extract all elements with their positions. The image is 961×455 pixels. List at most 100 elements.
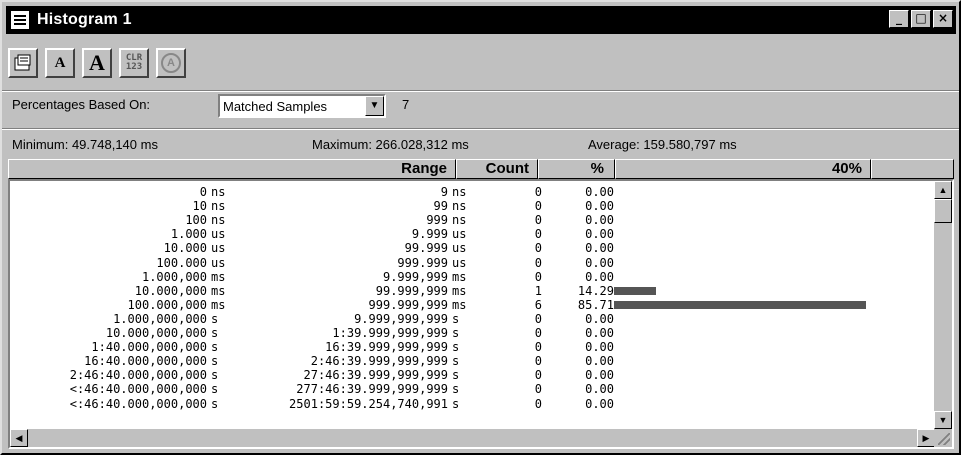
table-row[interactable]: 1:40.000,000,000 s 16:39.999,999,999 s 0 0.00 <box>10 340 935 354</box>
table-row[interactable]: 100 ns 999 ns 0 0.00 <box>10 213 935 227</box>
font-smaller-button[interactable]: A <box>45 48 75 78</box>
range-to-unit: us <box>452 255 467 270</box>
percent-cell: 0.00 <box>585 185 614 199</box>
table-row[interactable]: 16:40.000,000,000 s 2:46:39.999,999,999 s 0 0… <box>10 354 935 368</box>
table-row[interactable]: 1.000 us 9.999 us 0 0.00 <box>10 227 935 241</box>
range-to-unit: s <box>452 368 460 383</box>
table-row[interactable]: 100.000,000 ms 999.999,999 ms 6 85.71 <box>10 298 935 312</box>
range-to-unit: s <box>452 311 460 326</box>
scroll-left-button[interactable]: ◀ <box>10 429 28 447</box>
toolbar: A A CLR 123 A <box>8 40 186 86</box>
percent-cell: 0.00 <box>585 311 614 326</box>
table-row[interactable]: <:46:40.000,000,000 s 2501:59:59.254,740,9… <box>10 397 935 411</box>
table-row[interactable]: <:46:40.000,000,000 s 277:46:39.999,999,99… <box>10 382 935 396</box>
histogram-list[interactable]: 0 ns 9 ns 0 0.00 10 ns 99 ns 0 0.00 100 ns 999 ns 0 0.00 1… <box>8 179 954 449</box>
percent-cell: 14.29 <box>577 283 614 298</box>
percent-cell: 0.00 <box>585 213 614 228</box>
chevron-down-icon[interactable]: ▼ <box>365 96 384 116</box>
close-button[interactable]: × <box>933 10 953 28</box>
auto-button[interactable]: A <box>156 48 186 78</box>
count-cell: 0 <box>534 227 542 242</box>
percentages-select[interactable]: Matched Samples ▼ <box>218 94 386 118</box>
percent-cell: 0.00 <box>585 269 614 284</box>
clear-button-label-bottom: 123 <box>125 62 143 72</box>
range-to: 99.999,999 <box>375 283 448 298</box>
table-row[interactable]: 1.000,000,000 s 9.999,999,999 s 0 0.00 <box>10 312 935 326</box>
table-row[interactable]: 10.000 us 99.999 us 0 0.00 <box>10 241 935 255</box>
header-range[interactable]: Range <box>8 159 456 179</box>
histogram-window: Histogram 1 _ □ × A A CLR 123 A Percenta… <box>0 0 961 455</box>
count-cell: 0 <box>534 241 542 256</box>
horizontal-scrollbar[interactable]: ◀ ▶ <box>10 429 935 447</box>
scroll-right-button[interactable]: ▶ <box>917 429 935 447</box>
scroll-down-button[interactable]: ▼ <box>934 411 952 429</box>
clear-button[interactable]: CLR 123 <box>119 48 149 78</box>
percent-cell: 0.00 <box>585 199 614 214</box>
range-to-unit: us <box>452 241 467 256</box>
table-row[interactable]: 2:46:40.000,000,000 s 27:46:39.999,999,999… <box>10 368 935 382</box>
percent-cell: 0.00 <box>585 227 614 242</box>
range-to: 16:39.999,999,999 <box>325 340 448 355</box>
percentages-select-value: Matched Samples <box>223 99 328 114</box>
percent-cell: 0.00 <box>585 340 614 355</box>
count-cell: 0 <box>534 213 542 228</box>
maximize-button[interactable]: □ <box>911 10 931 28</box>
percent-cell: 0.00 <box>585 241 614 256</box>
count-cell: 0 <box>534 185 542 199</box>
auto-icon: A <box>161 53 181 73</box>
range-to: 9.999,999 <box>382 269 448 284</box>
range-to-unit: ms <box>452 269 467 284</box>
range-from: 1.000,000 <box>141 269 207 284</box>
header-percent[interactable]: % <box>538 159 615 179</box>
range-to: 277:46:39.999,999,999 <box>296 382 448 397</box>
range-to: 9.999,999,999 <box>354 311 448 326</box>
count-cell: 0 <box>534 340 542 355</box>
percentages-label: Percentages Based On: <box>12 97 151 112</box>
vertical-scrollbar[interactable]: ▲ ▼ <box>934 181 952 429</box>
range-from: 10.000 <box>163 241 207 256</box>
table-row[interactable]: 0 ns 9 ns 0 0.00 <box>10 185 935 199</box>
properties-button[interactable] <box>8 48 38 78</box>
table-row[interactable]: 10 ns 99 ns 0 0.00 <box>10 199 935 213</box>
range-to-unit: ns <box>452 213 467 228</box>
range-to: 999.999,999 <box>368 297 448 312</box>
range-to: 99 <box>433 199 448 214</box>
window-menu-icon[interactable] <box>11 11 29 29</box>
range-to: 1:39.999,999,999 <box>332 326 448 340</box>
font-larger-button[interactable]: A <box>82 48 112 78</box>
header-count[interactable]: Count <box>456 159 538 179</box>
percent-cell: 0.00 <box>585 396 614 411</box>
minimize-button[interactable]: _ <box>889 10 909 28</box>
table-row[interactable]: 1.000,000 ms 9.999,999 ms 0 0.00 <box>10 270 935 284</box>
range-from: 2:46:40.000,000,000 <box>69 368 207 383</box>
scroll-thumb[interactable] <box>934 199 952 223</box>
table-row[interactable]: 10.000,000,000 s 1:39.999,999,999 s 0 0.00 <box>10 326 935 340</box>
stat-minimum: Minimum: 49.748,140 ms <box>12 137 158 152</box>
count-cell: 0 <box>534 368 542 383</box>
percent-cell: 85.71 <box>577 297 614 312</box>
range-from: 100 <box>185 213 207 228</box>
range-from: 1:40.000,000,000 <box>91 340 207 355</box>
range-to: 9.999 <box>411 227 448 242</box>
range-to-unit: ns <box>452 185 467 199</box>
range-to: 9 <box>440 185 448 199</box>
histogram-bar <box>614 286 656 295</box>
histogram-bar <box>614 300 866 309</box>
title-bar[interactable]: Histogram 1 _ □ × <box>6 6 956 34</box>
range-from: 0 <box>199 185 207 199</box>
range-to: 999.999 <box>397 255 448 270</box>
table-row[interactable]: 10.000,000 ms 99.999,999 ms 1 14.29 <box>10 284 935 298</box>
range-from: <:46:40.000,000,000 <box>69 396 207 411</box>
count-cell: 1 <box>534 283 542 298</box>
stat-average: Average: 159.580,797 ms <box>588 137 737 152</box>
range-to: 2:46:39.999,999,999 <box>310 354 448 369</box>
count-cell: 0 <box>534 382 542 397</box>
scroll-up-button[interactable]: ▲ <box>934 181 952 199</box>
count-cell: 0 <box>534 311 542 326</box>
table-row[interactable]: 100.000 us 999.999 us 0 0.00 <box>10 256 935 270</box>
range-to-unit: s <box>452 340 460 355</box>
percent-cell: 0.00 <box>585 368 614 383</box>
resize-grip-icon[interactable] <box>934 429 952 447</box>
header-bar-scale[interactable]: 40% <box>615 159 871 179</box>
percentages-row: Percentages Based On: Matched Samples ▼ … <box>2 90 959 126</box>
